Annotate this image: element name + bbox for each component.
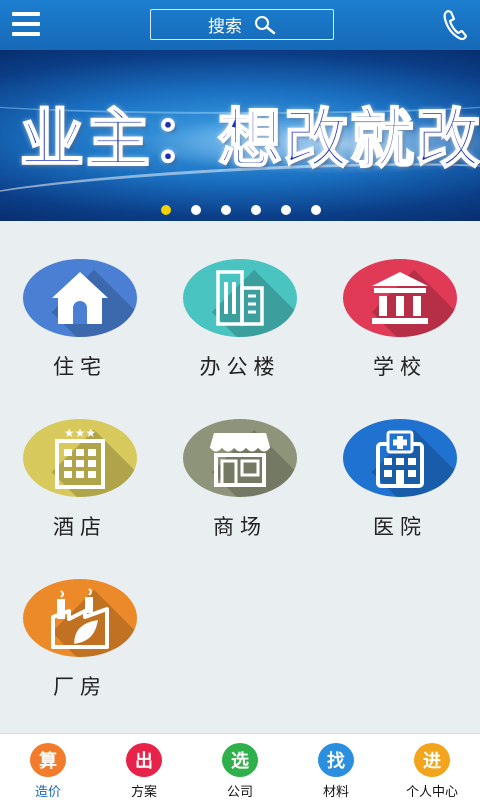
category-icon-circle — [23, 579, 137, 657]
nav-item-materials[interactable]: 找 材料 — [288, 734, 384, 800]
nav-item-profile[interactable]: 进 个人中心 — [384, 734, 480, 800]
category-icon-circle: ★★★ — [23, 419, 137, 497]
category-label: 办公楼 — [199, 355, 281, 379]
category-icon-circle — [23, 259, 137, 337]
office-building-icon — [216, 270, 264, 326]
category-icon-circle — [183, 259, 297, 337]
category-label: 住宅 — [53, 355, 107, 379]
calculate-icon: 算 — [30, 743, 66, 777]
category-icon-circle — [343, 259, 457, 337]
phone-icon[interactable] — [442, 9, 468, 41]
carousel-dot[interactable] — [221, 205, 231, 215]
mall-icon — [209, 433, 271, 487]
category-icon-circle — [343, 419, 457, 497]
carousel-dot[interactable] — [311, 205, 321, 215]
top-bar: 搜索 — [0, 0, 480, 50]
category-hotel[interactable]: ★★★ 酒店 — [0, 381, 160, 541]
carousel-dot[interactable] — [161, 205, 171, 215]
nav-label: 材料 — [322, 785, 349, 800]
search-button[interactable]: 搜索 — [150, 9, 334, 40]
nav-item-cost[interactable]: 算 造价 — [0, 734, 96, 800]
category-grid: 住宅 办公楼 学校 ★★★ 酒店 商场 医院 厂房 — [0, 221, 480, 733]
category-residential[interactable]: 住宅 — [0, 221, 160, 381]
category-office[interactable]: 办公楼 — [160, 221, 320, 381]
factory-icon — [51, 588, 109, 649]
nav-label: 个人中心 — [405, 785, 458, 800]
carousel-dot[interactable] — [191, 205, 201, 215]
hospital-icon — [376, 430, 424, 488]
carousel-dot[interactable] — [251, 205, 261, 215]
banner-title: 业主：想改就改 — [19, 102, 480, 178]
select-icon: 选 — [222, 743, 258, 777]
category-label: 商场 — [213, 515, 267, 539]
search-icon — [255, 15, 276, 34]
banner-carousel[interactable]: 业主：想改就改 — [0, 50, 480, 221]
school-icon — [372, 272, 428, 324]
category-label: 学校 — [373, 355, 427, 379]
category-mall[interactable]: 商场 — [160, 381, 320, 541]
category-label: 酒店 — [53, 515, 107, 539]
nav-label: 方案 — [130, 785, 157, 800]
search-label: 搜索 — [208, 17, 242, 37]
nav-item-company[interactable]: 选 公司 — [192, 734, 288, 800]
category-factory[interactable]: 厂房 — [0, 541, 160, 701]
hotel-icon: ★★★ — [55, 427, 105, 489]
carousel-dot[interactable] — [281, 205, 291, 215]
category-label: 医院 — [373, 515, 427, 539]
house-icon — [52, 272, 108, 324]
carousel-dots — [161, 205, 321, 215]
nav-label: 公司 — [226, 785, 253, 800]
category-icon-circle — [183, 419, 297, 497]
category-school[interactable]: 学校 — [320, 221, 480, 381]
svg-text:★★★: ★★★ — [64, 427, 96, 440]
enter-icon: 进 — [414, 743, 450, 777]
plan-icon: 出 — [126, 743, 162, 777]
category-label: 厂房 — [53, 675, 107, 699]
menu-icon[interactable] — [12, 10, 42, 38]
nav-label: 造价 — [34, 785, 61, 800]
category-hospital[interactable]: 医院 — [320, 381, 480, 541]
bottom-navigation: 算 造价 出 方案 选 公司 找 材料 进 个人中心 — [0, 733, 480, 800]
nav-item-plan[interactable]: 出 方案 — [96, 734, 192, 800]
find-icon: 找 — [318, 743, 354, 777]
